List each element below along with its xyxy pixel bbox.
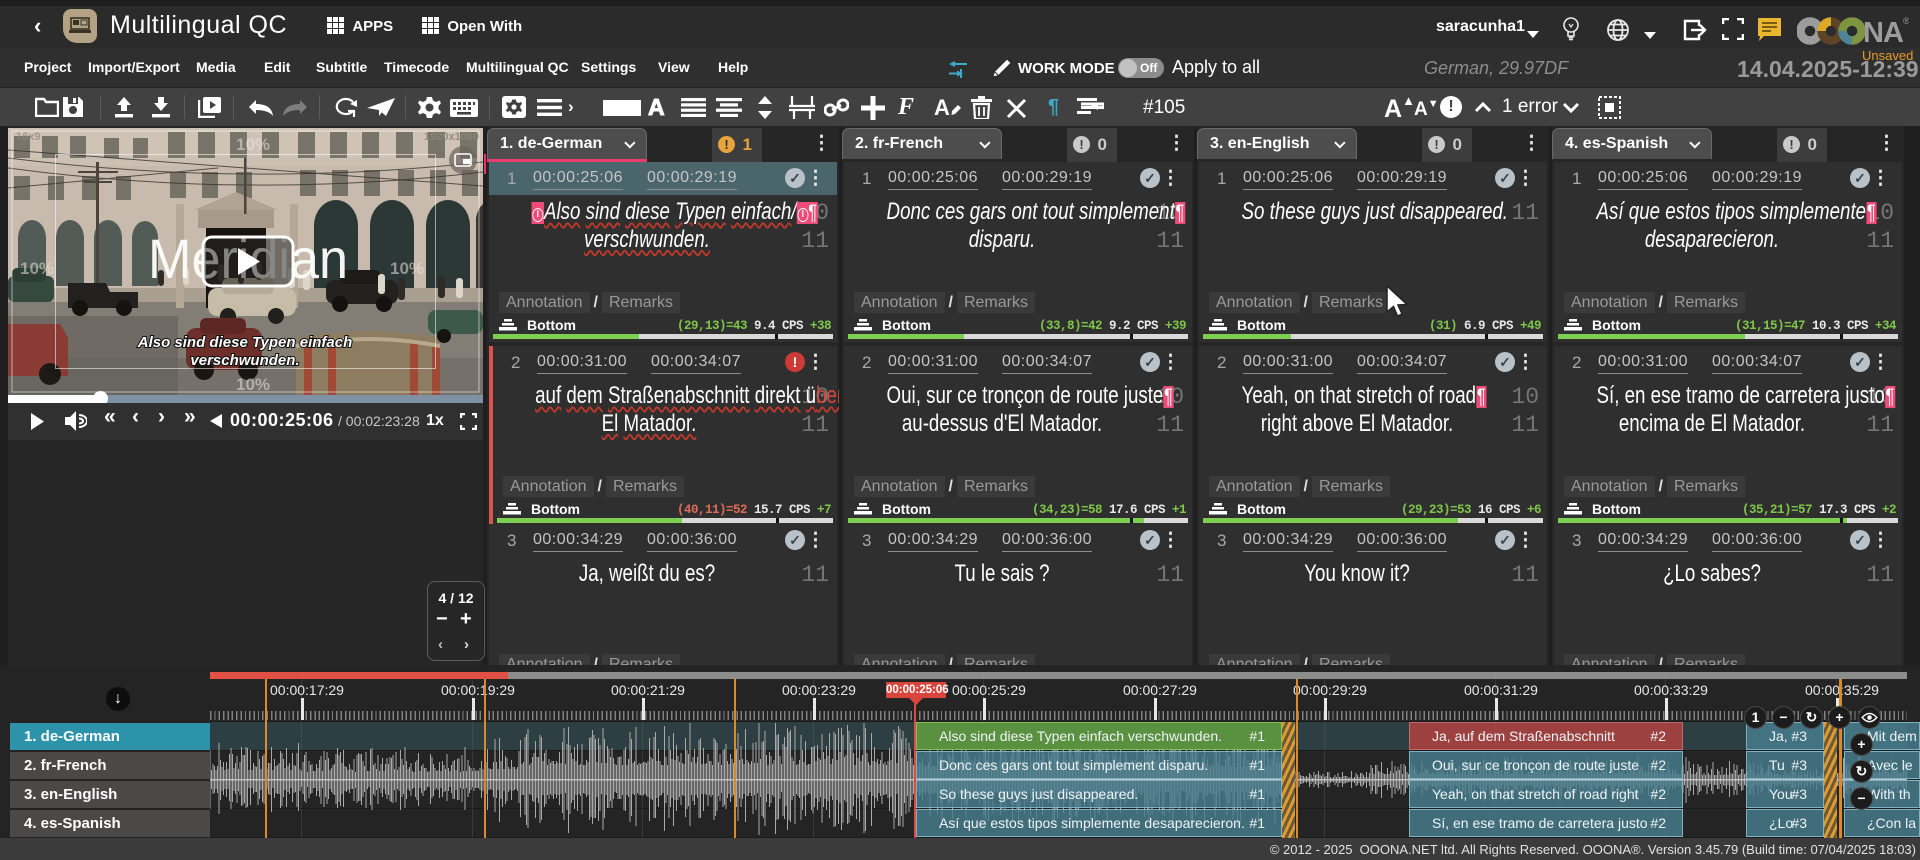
svg-text:10%: 10% [390,259,424,278]
svg-text:10%: 10% [20,259,54,278]
svg-text:10%: 10% [236,375,270,394]
svg-text:®: ® [1903,16,1909,26]
svg-text:verschwunden.: verschwunden. [190,352,299,369]
svg-text:16x9: 16x9 [16,131,40,143]
svg-text:A: A [934,97,950,118]
svg-text:NA: NA [1863,17,1904,46]
svg-text:10%: 10% [236,135,270,154]
svg-text:1920x1080: 1920x1080 [424,131,479,143]
svg-text:Also sind diese Typen einfach: Also sind diese Typen einfach [137,334,353,351]
